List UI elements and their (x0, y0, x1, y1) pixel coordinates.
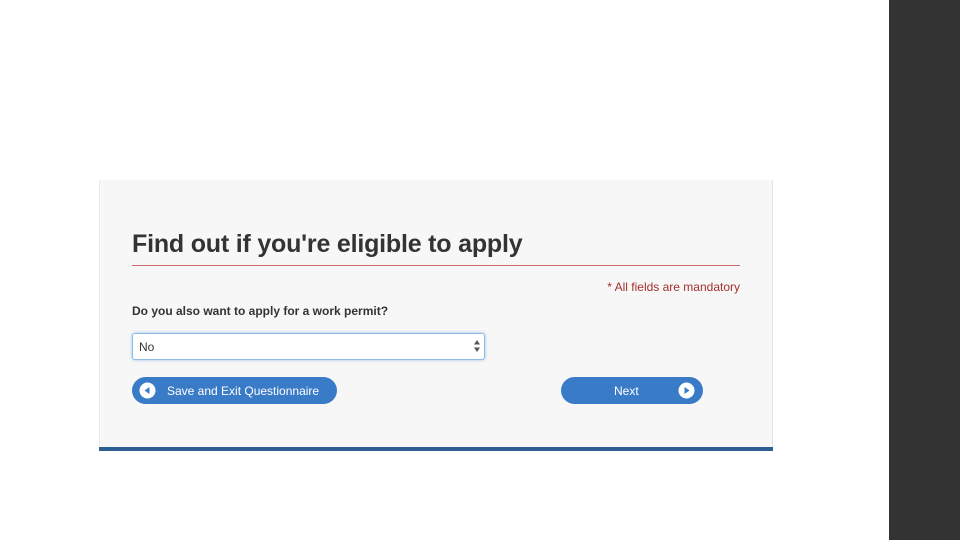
save-and-exit-button[interactable]: Save and Exit Questionnaire (132, 377, 337, 404)
work-permit-question-label: Do you also want to apply for a work per… (132, 304, 389, 318)
next-label: Next (614, 384, 639, 398)
slide-canvas: Find out if you're eligible to apply * A… (0, 0, 960, 540)
select-selected-value: No (139, 340, 155, 354)
circle-arrow-left-icon (139, 382, 156, 399)
work-permit-select[interactable]: No (132, 333, 485, 360)
select-updown-arrows-icon (474, 340, 480, 352)
save-and-exit-label: Save and Exit Questionnaire (167, 384, 320, 398)
page-title: Find out if you're eligible to apply (132, 230, 523, 258)
circle-arrow-right-icon (678, 382, 695, 399)
panel-bottom-bar (99, 447, 773, 451)
next-button[interactable]: Next (561, 377, 703, 404)
right-dark-sidebar (889, 0, 960, 540)
mandatory-fields-note: * All fields are mandatory (607, 280, 740, 294)
title-divider (132, 265, 740, 266)
